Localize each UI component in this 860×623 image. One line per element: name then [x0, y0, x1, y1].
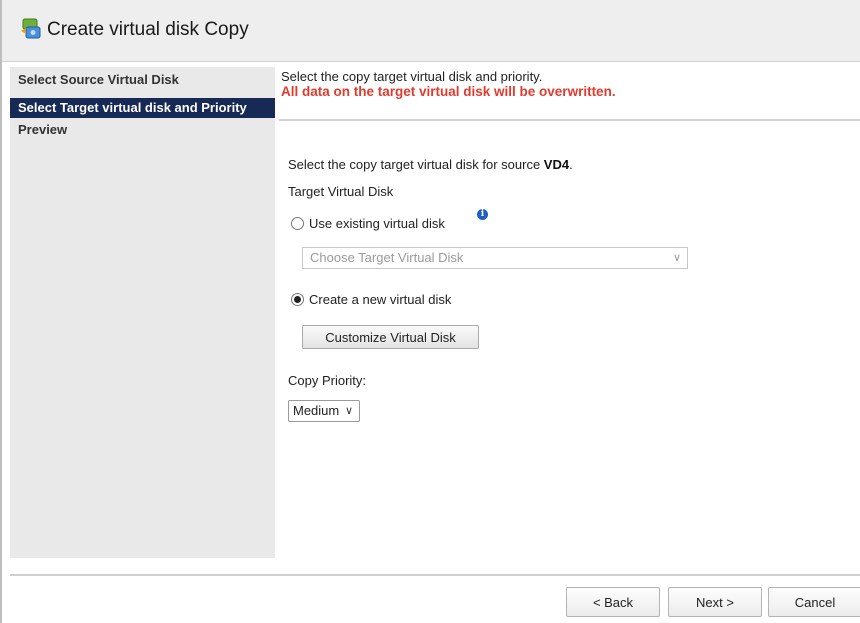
- wizard-content: Select the copy target virtual disk and …: [279, 67, 860, 567]
- step-instruction: Select the copy target virtual disk and …: [281, 69, 543, 84]
- target-disk-select: Choose Target Virtual Disk ∨: [302, 247, 688, 269]
- source-name: VD4: [543, 157, 570, 172]
- title-bar: Create virtual disk Copy: [2, 0, 860, 62]
- step-select-source[interactable]: Select Source Virtual Disk: [10, 70, 275, 90]
- copy-priority-select[interactable]: Medium ∨: [288, 400, 360, 422]
- use-existing-label[interactable]: Use existing virtual disk: [309, 216, 445, 231]
- header-divider: [279, 119, 860, 121]
- source-suffix: .: [569, 157, 573, 172]
- back-button[interactable]: < Back: [566, 587, 660, 617]
- create-new-label[interactable]: Create a new virtual disk: [309, 292, 451, 307]
- source-description: Select the copy target virtual disk for …: [288, 157, 573, 172]
- virtual-disk-copy-icon: [19, 17, 43, 41]
- source-prefix: Select the copy target virtual disk for …: [288, 157, 544, 172]
- target-disk-select-placeholder: Choose Target Virtual Disk: [310, 250, 464, 265]
- wizard-steps-sidebar: Select Source Virtual Disk Select Target…: [10, 67, 275, 558]
- info-icon[interactable]: i: [477, 209, 488, 220]
- step-preview[interactable]: Preview: [10, 120, 275, 140]
- window-left-border: [0, 0, 2, 623]
- dialog-title: Create virtual disk Copy: [47, 19, 249, 40]
- chevron-down-icon: ∨: [672, 252, 681, 264]
- copy-priority-label: Copy Priority:: [288, 373, 367, 388]
- copy-priority-value: Medium: [293, 403, 340, 418]
- customize-virtual-disk-button[interactable]: Customize Virtual Disk: [302, 325, 479, 349]
- overwrite-warning: All data on the target virtual disk will…: [281, 84, 616, 99]
- create-new-radio[interactable]: [291, 293, 304, 306]
- chevron-down-icon: ∨: [344, 405, 353, 417]
- target-disk-label: Target Virtual Disk: [288, 184, 394, 199]
- cancel-button[interactable]: Cancel: [768, 587, 860, 617]
- step-select-target[interactable]: Select Target virtual disk and Priority: [10, 98, 275, 118]
- next-button[interactable]: Next >: [668, 587, 762, 617]
- use-existing-radio[interactable]: [291, 217, 304, 230]
- footer-divider: [10, 574, 860, 576]
